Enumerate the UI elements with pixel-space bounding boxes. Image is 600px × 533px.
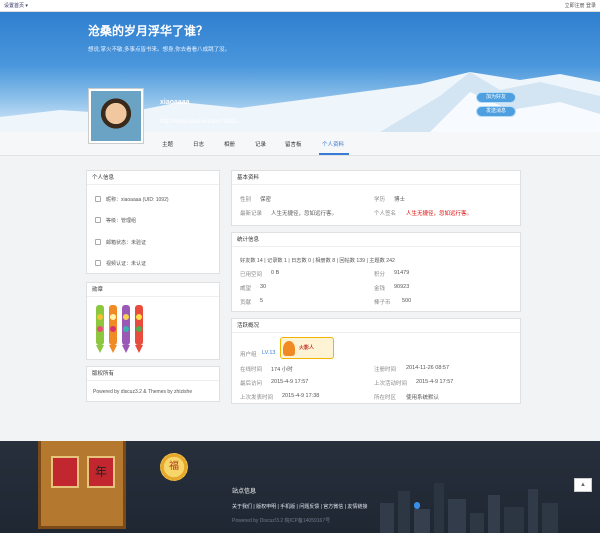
site-footer: 年 福 站点信息 关于我们 | 版权申明 | 手机版 | 问题反馈 | 官方微信…: [0, 441, 600, 533]
last-active-value: 2015-4-9 17:57: [416, 379, 454, 385]
level-item: 等级：管理组: [95, 217, 136, 224]
active-tab-indicator: [319, 153, 349, 155]
coin-label: 棒子币: [374, 300, 391, 306]
ninja-icon: [283, 341, 295, 356]
online-time-label: 在线时间: [240, 367, 263, 373]
usergroup-label: 用户组: [240, 352, 257, 358]
personal-info-title: 个人信息: [87, 171, 219, 185]
education-value: 博士: [394, 197, 406, 203]
medal-icons[interactable]: [95, 303, 145, 355]
lantern-decoration: 年: [38, 441, 126, 529]
money-label: 金钱: [374, 286, 386, 292]
education-label: 学历: [374, 197, 386, 203]
profile-motto: 想说,掌火不敏,多事点皆书来。想身,你去看看八成跳了没。: [88, 47, 231, 53]
prestige-value: 30: [260, 284, 267, 290]
activity-title: 活跃概况: [232, 319, 520, 333]
fu-paper-decoration: [51, 456, 79, 488]
last-post-value: 2015-4-9 17:38: [282, 393, 320, 399]
add-friend-button[interactable]: 加为好友: [476, 92, 516, 103]
city-skyline: [380, 483, 558, 533]
space-url[interactable]: http://www.dazhe.com/?1092: [160, 119, 237, 125]
group-badge: 火影人: [280, 337, 334, 359]
user-icon: [95, 196, 101, 202]
gender-label: 性别: [240, 197, 252, 203]
points-label: 积分: [374, 272, 386, 278]
stats-panel: 统计信息 好友数 14 | 记录数 1 | 日志数 0 | 相册数 8 | 回帖…: [231, 232, 521, 312]
last-post-label: 上次发表时间: [240, 395, 274, 401]
tab-records[interactable]: 记录: [255, 140, 266, 148]
copyright-title: 版权所有: [87, 367, 219, 381]
badge-text: 火影人: [299, 345, 315, 351]
up-arrow-icon: ▲: [580, 482, 586, 488]
register-login-links[interactable]: 立即注册 登录: [565, 0, 596, 12]
register-time-value: 2014-11-26 08:57: [406, 365, 450, 371]
space-value: 0 B: [271, 270, 280, 276]
coin-value: 500: [402, 298, 412, 304]
mail-icon: [95, 239, 101, 245]
level-icon: [95, 217, 101, 223]
send-message-button[interactable]: 发送消息: [476, 106, 516, 117]
last-visit-value: 2015-4-9 17:57: [271, 379, 309, 385]
points-value: 91479: [394, 270, 410, 276]
prestige-label: 威望: [240, 286, 252, 292]
signature-value: 人生无捷径，忽如远行客。: [406, 211, 473, 217]
video-verify-item: 视频认证：未认证: [95, 260, 146, 267]
basic-info-panel: 基本资料 性别 保密 学历 博士 最新记录 人生无捷径，忽如远行客。 个人签名 …: [231, 170, 521, 226]
footer-links[interactable]: 关于我们 | 版权申明 | 手机版 | 问题反馈 | 官方微信 | 友情链接: [232, 503, 367, 510]
email-status-item: 邮箱状态：未验证: [95, 239, 146, 246]
stats-counts[interactable]: 好友数 14 | 记录数 1 | 日志数 0 | 相册数 8 | 回帖数 139…: [240, 257, 395, 264]
medal-icon: [96, 305, 104, 353]
tab-album[interactable]: 相册: [224, 140, 235, 148]
footer-copyright: Powered by Discuz!3.2 皖ICP备14059167号: [232, 518, 331, 524]
tab-profile[interactable]: 个人资料: [322, 140, 344, 148]
set-homepage-link[interactable]: 设置首页 ▾: [4, 0, 28, 12]
back-to-top-button[interactable]: ▲: [574, 478, 592, 492]
usergroup-value[interactable]: LV.13: [262, 350, 275, 356]
copyright-panel: 版权所有 Powered by discuz3.2 & Themes by zh…: [86, 366, 220, 402]
medal-icon: [109, 305, 117, 353]
contribution-value: 5: [260, 298, 264, 304]
profile-title: 沧桑的岁月浮华了谁？: [88, 24, 209, 38]
register-time-label: 注册时间: [374, 367, 397, 373]
space-label: 已用空间: [240, 272, 263, 278]
personal-info-panel: 个人信息 昵称：xiaoaaaa (UID: 1092) 等级：管理组 邮箱状态…: [86, 170, 220, 274]
medal-icon: [135, 305, 143, 353]
stats-title: 统计信息: [232, 233, 520, 247]
money-value: 90923: [394, 284, 410, 290]
lantern-moon-decoration: 福: [160, 453, 188, 481]
top-bar: 设置首页 ▾ 立即注册 登录: [0, 0, 600, 12]
gender-value: 保密: [260, 197, 272, 203]
nian-paper-decoration: 年: [87, 456, 115, 488]
medal-icon: [122, 305, 130, 353]
signature-label: 个人签名: [374, 211, 397, 217]
contribution-label: 贡献: [240, 300, 252, 306]
basic-info-title: 基本资料: [232, 171, 520, 185]
medal-panel: 勋章: [86, 282, 220, 360]
qq-icon[interactable]: [414, 502, 420, 509]
avatar[interactable]: [88, 88, 144, 144]
recent-record-value: 人生无捷径，忽如远行客。: [271, 211, 338, 217]
recent-record-label: 最新记录: [240, 211, 263, 217]
copyright-text: Powered by discuz3.2 & Themes by zhizish…: [93, 389, 193, 395]
activity-panel: 活跃概况 用户组 LV.13 火影人 在线时间 174 小时 注册时间 2014…: [231, 318, 521, 404]
medal-title: 勋章: [87, 283, 219, 297]
tab-threads[interactable]: 主题: [162, 140, 173, 148]
footer-title: 站点信息: [232, 489, 257, 495]
last-visit-label: 最后访问: [240, 381, 263, 387]
online-time-value: 174 小时: [271, 367, 293, 373]
tab-blog[interactable]: 日志: [193, 140, 204, 148]
last-active-label: 上次活动时间: [374, 381, 408, 387]
timezone-value: 使用系统默认: [406, 395, 440, 401]
timezone-label: 所在时区: [374, 395, 397, 401]
video-icon: [95, 260, 101, 266]
tab-guestbook[interactable]: 留言板: [285, 140, 302, 148]
nickname-item: 昵称：xiaoaaaa (UID: 1092): [95, 196, 169, 203]
username: xiaoaaaa: [160, 99, 190, 106]
